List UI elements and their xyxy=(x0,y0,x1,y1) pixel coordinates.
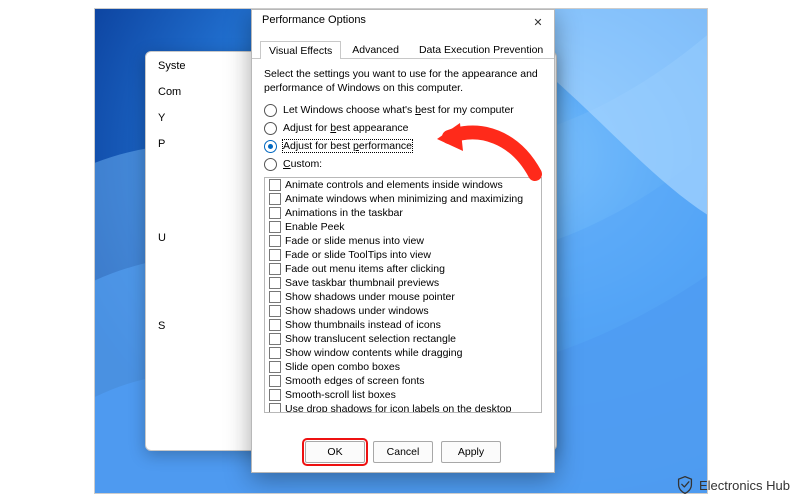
checkbox-icon[interactable] xyxy=(269,193,281,205)
checkbox-icon[interactable] xyxy=(269,221,281,233)
list-item[interactable]: Show window contents while dragging xyxy=(265,346,541,360)
checkbox-icon[interactable] xyxy=(269,263,281,275)
shield-icon xyxy=(677,476,693,494)
list-item[interactable]: Show shadows under mouse pointer xyxy=(265,290,541,304)
checkbox-icon[interactable] xyxy=(269,319,281,331)
radio-option-0[interactable]: Let Windows choose what's best for my co… xyxy=(264,101,542,119)
tab-dep[interactable]: Data Execution Prevention xyxy=(410,40,552,58)
cancel-button[interactable]: Cancel xyxy=(373,441,433,463)
radio-option-1[interactable]: Adjust for best appearance xyxy=(264,119,542,137)
titlebar[interactable]: Performance Options ✕ xyxy=(252,10,554,34)
list-item-label: Smooth-scroll list boxes xyxy=(285,389,396,401)
list-item[interactable]: Show translucent selection rectangle xyxy=(265,332,541,346)
list-item[interactable]: Slide open combo boxes xyxy=(265,360,541,374)
tab-advanced[interactable]: Advanced xyxy=(343,40,408,58)
dialog-description: Select the settings you want to use for … xyxy=(252,59,554,99)
radio-label: Adjust for best appearance xyxy=(283,122,409,134)
dialog-button-row: OK Cancel Apply xyxy=(252,438,554,466)
list-item[interactable]: Save taskbar thumbnail previews xyxy=(265,276,541,290)
list-item[interactable]: Show thumbnails instead of icons xyxy=(265,318,541,332)
list-item[interactable]: Fade or slide ToolTips into view xyxy=(265,248,541,262)
list-item[interactable]: Animate windows when minimizing and maxi… xyxy=(265,192,541,206)
radio-label: Custom: xyxy=(283,158,322,170)
radio-icon xyxy=(264,140,277,153)
watermark: Electronics Hub xyxy=(677,476,790,494)
list-item-label: Animations in the taskbar xyxy=(285,207,403,219)
close-icon[interactable]: ✕ xyxy=(526,12,550,32)
bg-title: Syste xyxy=(158,60,186,72)
checkbox-icon[interactable] xyxy=(269,207,281,219)
radio-option-3[interactable]: Custom: xyxy=(264,155,542,173)
visual-effects-list[interactable]: Animate controls and elements inside win… xyxy=(264,177,542,413)
list-item-label: Show window contents while dragging xyxy=(285,347,462,359)
bg-text: Com xyxy=(158,86,181,98)
bg-text: U xyxy=(158,232,166,244)
list-item-label: Show thumbnails instead of icons xyxy=(285,319,441,331)
list-item[interactable]: Smooth edges of screen fonts xyxy=(265,374,541,388)
checkbox-icon[interactable] xyxy=(269,347,281,359)
tab-visual-effects[interactable]: Visual Effects xyxy=(260,41,341,59)
radio-icon xyxy=(264,122,277,135)
radio-group: Let Windows choose what's best for my co… xyxy=(252,99,554,175)
bg-text: P xyxy=(158,138,165,150)
list-item[interactable]: Animate controls and elements inside win… xyxy=(265,178,541,192)
list-item-label: Show shadows under mouse pointer xyxy=(285,291,455,303)
list-item-label: Smooth edges of screen fonts xyxy=(285,375,425,387)
checkbox-icon[interactable] xyxy=(269,291,281,303)
checkbox-icon[interactable] xyxy=(269,235,281,247)
ok-button[interactable]: OK xyxy=(305,441,365,463)
dialog-title: Performance Options xyxy=(262,14,366,26)
list-item-label: Fade out menu items after clicking xyxy=(285,263,445,275)
checkbox-icon[interactable] xyxy=(269,333,281,345)
radio-option-2[interactable]: Adjust for best performance xyxy=(264,137,542,155)
checkbox-icon[interactable] xyxy=(269,375,281,387)
checkbox-icon[interactable] xyxy=(269,249,281,261)
list-item[interactable]: Fade or slide menus into view xyxy=(265,234,541,248)
checkbox-icon[interactable] xyxy=(269,389,281,401)
performance-options-dialog: Performance Options ✕ Visual Effects Adv… xyxy=(251,9,555,473)
apply-button[interactable]: Apply xyxy=(441,441,501,463)
list-item-label: Use drop shadows for icon labels on the … xyxy=(285,403,511,413)
list-item[interactable]: Show shadows under windows xyxy=(265,304,541,318)
radio-icon xyxy=(264,158,277,171)
list-item-label: Fade or slide ToolTips into view xyxy=(285,249,431,261)
list-item-label: Animate windows when minimizing and maxi… xyxy=(285,193,523,205)
list-item[interactable]: Enable Peek xyxy=(265,220,541,234)
screenshot-frame: Syste ✕ Com Y P U S Performance Options … xyxy=(94,8,708,494)
checkbox-icon[interactable] xyxy=(269,277,281,289)
list-item[interactable]: Fade out menu items after clicking xyxy=(265,262,541,276)
list-item-label: Show translucent selection rectangle xyxy=(285,333,456,345)
list-item[interactable]: Smooth-scroll list boxes xyxy=(265,388,541,402)
list-item-label: Fade or slide menus into view xyxy=(285,235,424,247)
radio-label: Let Windows choose what's best for my co… xyxy=(283,104,514,116)
list-item[interactable]: Use drop shadows for icon labels on the … xyxy=(265,402,541,413)
list-item-label: Save taskbar thumbnail previews xyxy=(285,277,439,289)
checkbox-icon[interactable] xyxy=(269,361,281,373)
watermark-text: Electronics Hub xyxy=(699,478,790,493)
list-item-label: Slide open combo boxes xyxy=(285,361,400,373)
radio-icon xyxy=(264,104,277,117)
radio-label: Adjust for best performance xyxy=(283,140,412,152)
list-item-label: Show shadows under windows xyxy=(285,305,429,317)
checkbox-icon[interactable] xyxy=(269,179,281,191)
checkbox-icon[interactable] xyxy=(269,403,281,413)
list-item-label: Enable Peek xyxy=(285,221,345,233)
list-item-label: Animate controls and elements inside win… xyxy=(285,179,503,191)
list-item[interactable]: Animations in the taskbar xyxy=(265,206,541,220)
tab-strip: Visual Effects Advanced Data Execution P… xyxy=(252,38,554,59)
bg-text: Y xyxy=(158,112,165,124)
bg-text: S xyxy=(158,320,165,332)
checkbox-icon[interactable] xyxy=(269,305,281,317)
